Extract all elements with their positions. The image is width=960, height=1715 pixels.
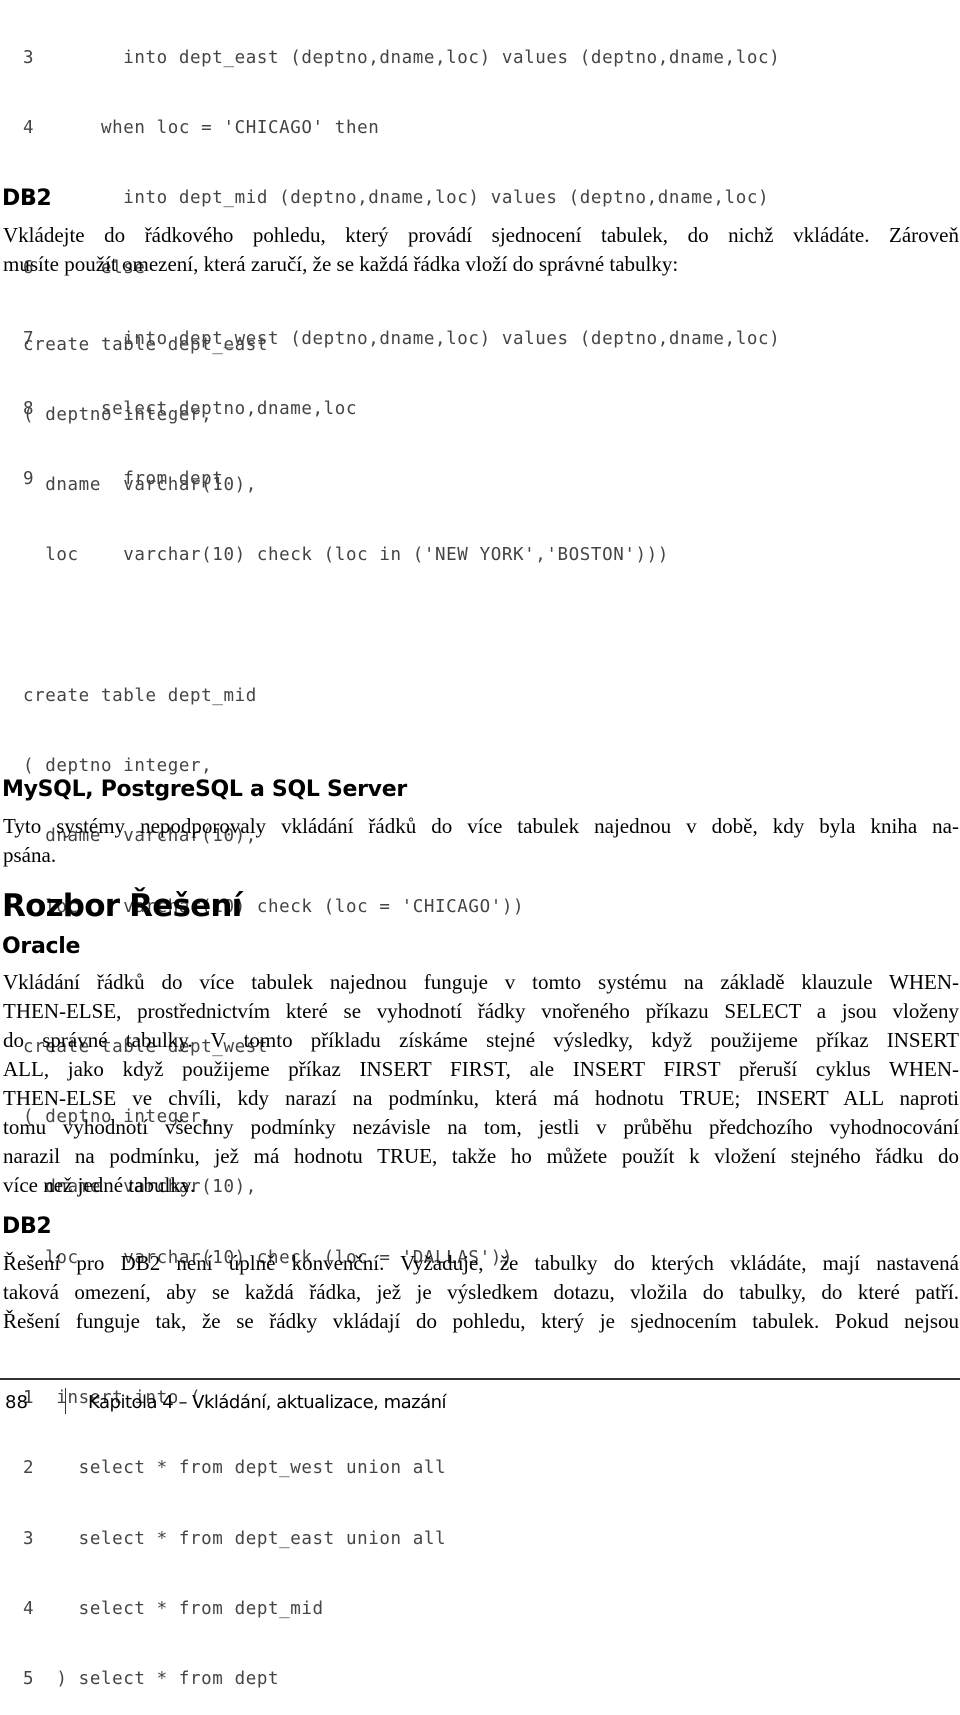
text-line: psána. [3, 843, 57, 867]
text-line: narazil na podmínku, jež má hodnotu TRUE… [3, 1144, 959, 1168]
code-line: ( deptno integer, [23, 405, 213, 426]
text-line: THEN-ELSE ve chvíli, kdy narazí na podmí… [3, 1086, 959, 1110]
code-line: 3 into dept_east (deptno,dname,loc) valu… [23, 47, 781, 68]
text-line: Vkládání řádků do více tabulek najednou … [3, 970, 959, 994]
code-line: dname varchar(10), [23, 475, 257, 496]
code-line: create table dept_mid [23, 685, 257, 706]
paragraph-others: Tyto systémy nepodporovaly vkládání řádk… [3, 812, 959, 870]
paragraph-oracle: Vkládání řádků do více tabulek najednou … [3, 968, 959, 1200]
paragraph-db2-problem: Vkládejte do řádkového pohledu, který pr… [3, 221, 959, 279]
text-line: Řešení funguje tak, že se řádky vkládají… [3, 1309, 959, 1333]
text-line: taková omezení, aby se každá řádka, jež … [3, 1280, 959, 1304]
section-heading-db2: DB2 [2, 186, 52, 211]
text-line: tomu vyhodnotí všechny podmínky nezávisl… [3, 1115, 959, 1139]
code-line: ( deptno integer, [23, 756, 213, 777]
text-line: THEN-ELSE, prostřednictvím které se vyho… [3, 999, 959, 1023]
text-line: Řešení pro DB2 není úplně konvenční. Vyž… [3, 1251, 959, 1275]
code-line: create table dept_east [23, 334, 268, 355]
text-line: ALL, jako když použijeme příkaz INSERT F… [3, 1057, 959, 1081]
page-number: 88 [5, 1392, 28, 1413]
code-line: 5 into dept_mid (deptno,dname,loc) value… [23, 188, 770, 209]
section-heading-oracle: Oracle [2, 934, 81, 959]
text-line: Vkládejte do řádkového pohledu, který pr… [3, 223, 959, 247]
text-line: do správné tabulky. V tomto příkladu zís… [3, 1028, 959, 1052]
chapter-title: Kapitola 4 – Vkládání, aktualizace, mazá… [88, 1392, 447, 1413]
section-heading-discussion: Rozbor Řešení [2, 888, 242, 924]
text-line: musíte použít omezení, která zaručí, že … [3, 252, 679, 276]
footer-divider [0, 1378, 960, 1380]
code-line: loc varchar(10) check (loc in ('NEW YORK… [23, 545, 669, 566]
text-line: více než jedné tabulky. [3, 1173, 196, 1197]
code-line: 4 when loc = 'CHICAGO' then [23, 118, 380, 139]
code-line: 5 ) select * from dept [23, 1668, 280, 1689]
code-line: 3 select * from dept_east union all [23, 1528, 447, 1549]
text-line: Tyto systémy nepodporovaly vkládání řádk… [3, 814, 959, 838]
section-heading-mysql-postgresql-sqlserver: MySQL, PostgreSQL a SQL Server [2, 777, 407, 802]
code-line: 2 select * from dept_west union all [23, 1458, 447, 1479]
code-line: 4 select * from dept_mid [23, 1598, 324, 1619]
section-heading-db2-discussion: DB2 [2, 1214, 52, 1239]
footer-separator [65, 1388, 66, 1414]
paragraph-db2-discussion: Řešení pro DB2 není úplně konvenční. Vyž… [3, 1249, 959, 1336]
